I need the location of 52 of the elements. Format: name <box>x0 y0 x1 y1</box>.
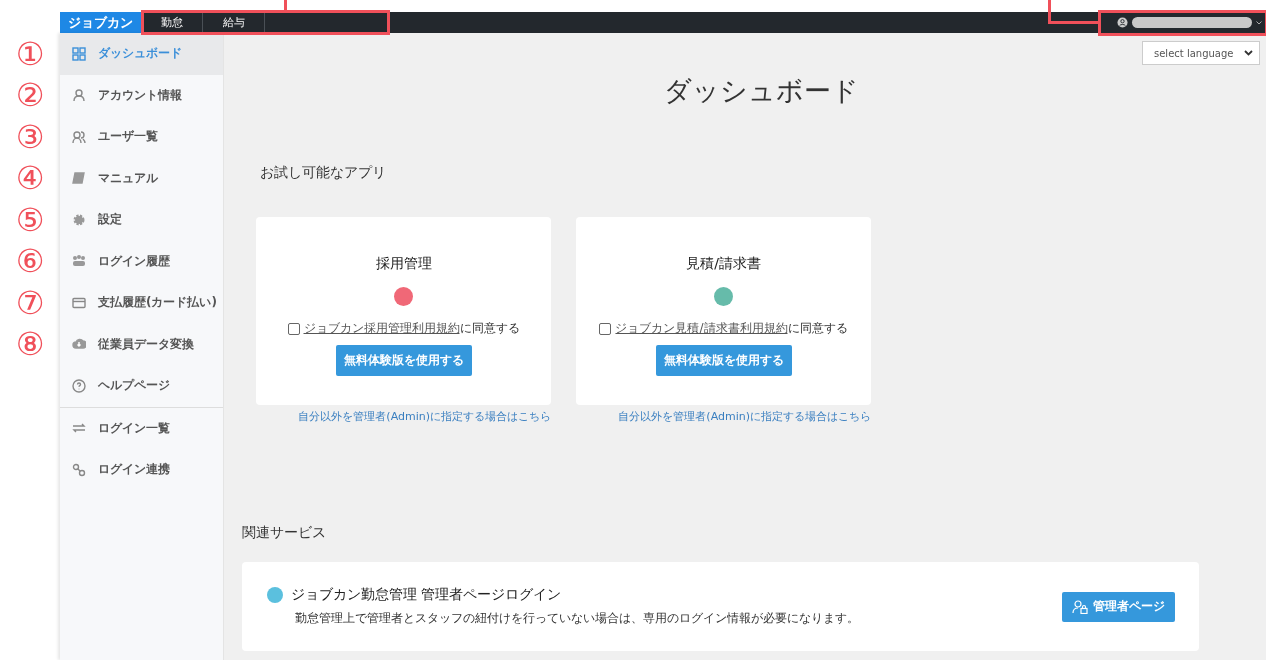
chevron-down-icon[interactable] <box>1244 50 1253 56</box>
number-marker: ⑤ <box>15 199 45 241</box>
number-marker: ① <box>15 33 45 75</box>
agree-text: ジョブカン見積/請求書利用規約に同意する <box>615 320 848 337</box>
sidebar-item[interactable]: ヘルプページ <box>60 365 223 407</box>
agree-checkbox[interactable] <box>287 322 300 335</box>
number-marker: ④ <box>15 158 45 199</box>
sidebar-item[interactable]: ユーザ一覧 <box>60 116 223 158</box>
group-icon <box>72 254 86 269</box>
admin-link[interactable]: 自分以外を管理者(Admin)に指定する場合はこちら <box>298 409 551 424</box>
sidebar-item[interactable]: ログイン履歴 <box>60 240 223 282</box>
user-icon[interactable] <box>1117 17 1128 28</box>
grid-icon <box>72 46 86 61</box>
language-select[interactable]: select language <box>1142 41 1260 65</box>
sidebar-item[interactable]: マニュアル <box>60 157 223 199</box>
sidebar-item[interactable]: 支払履歴(カード払い) <box>60 282 223 324</box>
number-marker: ② <box>15 75 45 116</box>
service-title: ジョブカン勤怠管理 管理者ページログイン <box>291 586 562 604</box>
app-title: 見積/請求書 <box>686 255 761 273</box>
app-title: 採用管理 <box>375 255 432 273</box>
sidebar-item[interactable]: ログイン一覧 <box>60 407 223 449</box>
number-marker: ⑥ <box>15 241 45 282</box>
section-heading: お試し可能なアプリ <box>260 164 387 182</box>
terms-link[interactable]: ジョブカン採用管理利用規約 <box>303 321 460 335</box>
user-lock-icon <box>1072 599 1088 614</box>
book-icon <box>72 171 86 186</box>
sidebar-item[interactable]: アカウント情報 <box>60 74 223 116</box>
leader-line <box>1048 0 1099 24</box>
person-icon <box>72 88 86 103</box>
page-title: ダッシュボード <box>662 74 860 108</box>
gear-icon <box>72 212 86 227</box>
sidebar-item[interactable]: ログイン連携 <box>60 449 223 491</box>
sidebar-item[interactable]: 設定 <box>60 199 223 241</box>
sidebar-item[interactable]: 従業員データ変換 <box>60 323 223 365</box>
number-marker: ⑦ <box>15 282 45 324</box>
link-icon <box>72 462 86 477</box>
service-description: 勤怠管理上で管理者とスタッフの紐付けを行っていない場合は、専用のログイン情報が必要になります。 <box>294 610 860 627</box>
agree-text: ジョブカン採用管理利用規約に同意する <box>303 320 520 337</box>
nav-tab[interactable]: 勤怠 <box>141 12 203 33</box>
section-heading: 関連サービス <box>242 524 327 542</box>
agree-checkbox[interactable] <box>599 322 612 335</box>
number-marker: ③ <box>15 116 45 158</box>
card-icon <box>72 295 86 310</box>
number-marker: ⑧ <box>15 324 45 365</box>
logo[interactable]: ジョブカン <box>60 12 141 33</box>
terms-link[interactable]: ジョブカン見積/請求書利用規約 <box>615 321 788 335</box>
admin-link[interactable]: 自分以外を管理者(Admin)に指定する場合はこちら <box>618 409 871 424</box>
people-icon <box>72 129 86 144</box>
cloud-download-icon <box>72 337 86 352</box>
chevron-down-icon[interactable] <box>1256 20 1262 25</box>
help-icon <box>72 378 86 393</box>
nav-tab[interactable]: 給与 <box>203 12 265 33</box>
